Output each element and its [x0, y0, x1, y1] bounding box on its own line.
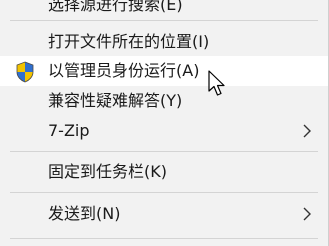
uac-shield-icon	[16, 61, 34, 83]
menu-item-label: 固定到任务栏(K)	[48, 162, 167, 181]
menu-item-label: 7-Zip	[48, 121, 90, 140]
menu-item-label: 打开文件所在的位置(I)	[48, 32, 210, 51]
menu-item-label: 发送到(N)	[48, 204, 121, 223]
menu-item-compatibility-troubleshoot[interactable]: 兼容性疑难解答(Y)	[0, 86, 328, 116]
context-menu: 选择源进行搜索(E) 打开文件所在的位置(I) 以管理员身份运行(A) 兼容性疑…	[0, 0, 329, 246]
menu-item-send-to[interactable]: 发送到(N)	[0, 199, 328, 229]
chevron-right-icon	[303, 124, 311, 138]
menu-separator	[10, 192, 318, 193]
chevron-right-icon	[303, 207, 311, 221]
menu-separator	[10, 151, 318, 152]
menu-separator	[10, 238, 318, 239]
menu-item-label: 选择源进行搜索(E)	[48, 0, 183, 14]
menu-separator	[10, 20, 318, 21]
menu-item-search-source[interactable]: 选择源进行搜索(E)	[0, 0, 328, 14]
menu-item-run-as-admin[interactable]: 以管理员身份运行(A)	[0, 56, 328, 86]
menu-item-pin-to-taskbar[interactable]: 固定到任务栏(K)	[0, 157, 328, 187]
menu-item-7zip[interactable]: 7-Zip	[0, 116, 328, 146]
menu-item-label: 以管理员身份运行(A)	[48, 61, 200, 80]
menu-item-label: 兼容性疑难解答(Y)	[48, 91, 183, 110]
menu-item-open-file-location[interactable]: 打开文件所在的位置(I)	[0, 27, 328, 57]
